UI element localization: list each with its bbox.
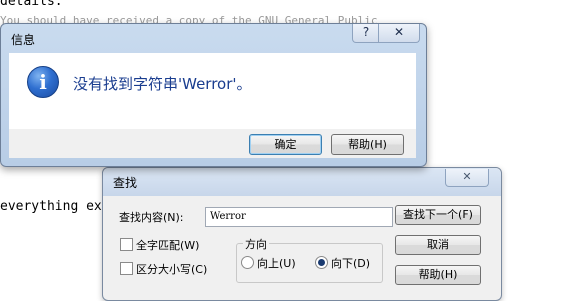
editor-text-line: everything exc (0, 199, 110, 214)
direction-down-radio[interactable] (315, 256, 328, 269)
info-footer: 确定 帮助(H) (9, 129, 416, 158)
editor-text-line: details. (0, 0, 63, 9)
close-icon: ✕ (393, 25, 405, 39)
find-dialog: 查找 ✕ 查找内容(N): Werror 查找下一个(F) 取消 帮助(H) 全… (102, 167, 502, 301)
info-dialog: 信息 ? ✕ i 没有找到字符串'Werror'。 确定 帮助(H) (0, 23, 427, 167)
find-body: 查找内容(N): Werror 查找下一个(F) 取消 帮助(H) 全字匹配(W… (109, 196, 495, 294)
whole-word-checkbox[interactable] (120, 238, 133, 251)
direction-down-label[interactable]: 向下(D) (331, 255, 370, 271)
information-icon: i (27, 66, 59, 98)
cancel-button[interactable]: 取消 (395, 235, 481, 255)
find-next-button[interactable]: 查找下一个(F) (395, 205, 481, 225)
info-content: i 没有找到字符串'Werror'。 (9, 53, 416, 129)
direction-up-label[interactable]: 向上(U) (257, 255, 296, 271)
find-dialog-title: 查找 (113, 176, 138, 190)
help-button[interactable]: 帮助(H) (395, 265, 481, 285)
info-message: 没有找到字符串'Werror'。 (73, 75, 252, 93)
info-close-button[interactable]: ✕ (378, 24, 420, 43)
find-what-label: 查找内容(N): (119, 211, 184, 224)
direction-up-radio[interactable] (241, 256, 254, 269)
find-close-button[interactable]: ✕ (445, 169, 489, 187)
title-help-button[interactable]: ? (352, 24, 380, 43)
whole-word-label[interactable]: 全字匹配(W) (136, 237, 199, 253)
direction-label: 方向 (243, 236, 269, 252)
info-dialog-title: 信息 (11, 33, 36, 47)
direction-group: 方向 向上(U) 向下(D) (236, 236, 383, 283)
find-what-input[interactable]: Werror (205, 207, 393, 227)
close-icon: ✕ (462, 170, 472, 183)
info-help-button[interactable]: 帮助(H) (331, 134, 404, 155)
match-case-checkbox[interactable] (120, 262, 133, 275)
ok-button[interactable]: 确定 (249, 134, 322, 155)
question-icon: ? (362, 25, 370, 39)
match-case-label[interactable]: 区分大小写(C) (136, 261, 207, 277)
find-titlebar[interactable]: 查找 ✕ (103, 168, 501, 196)
